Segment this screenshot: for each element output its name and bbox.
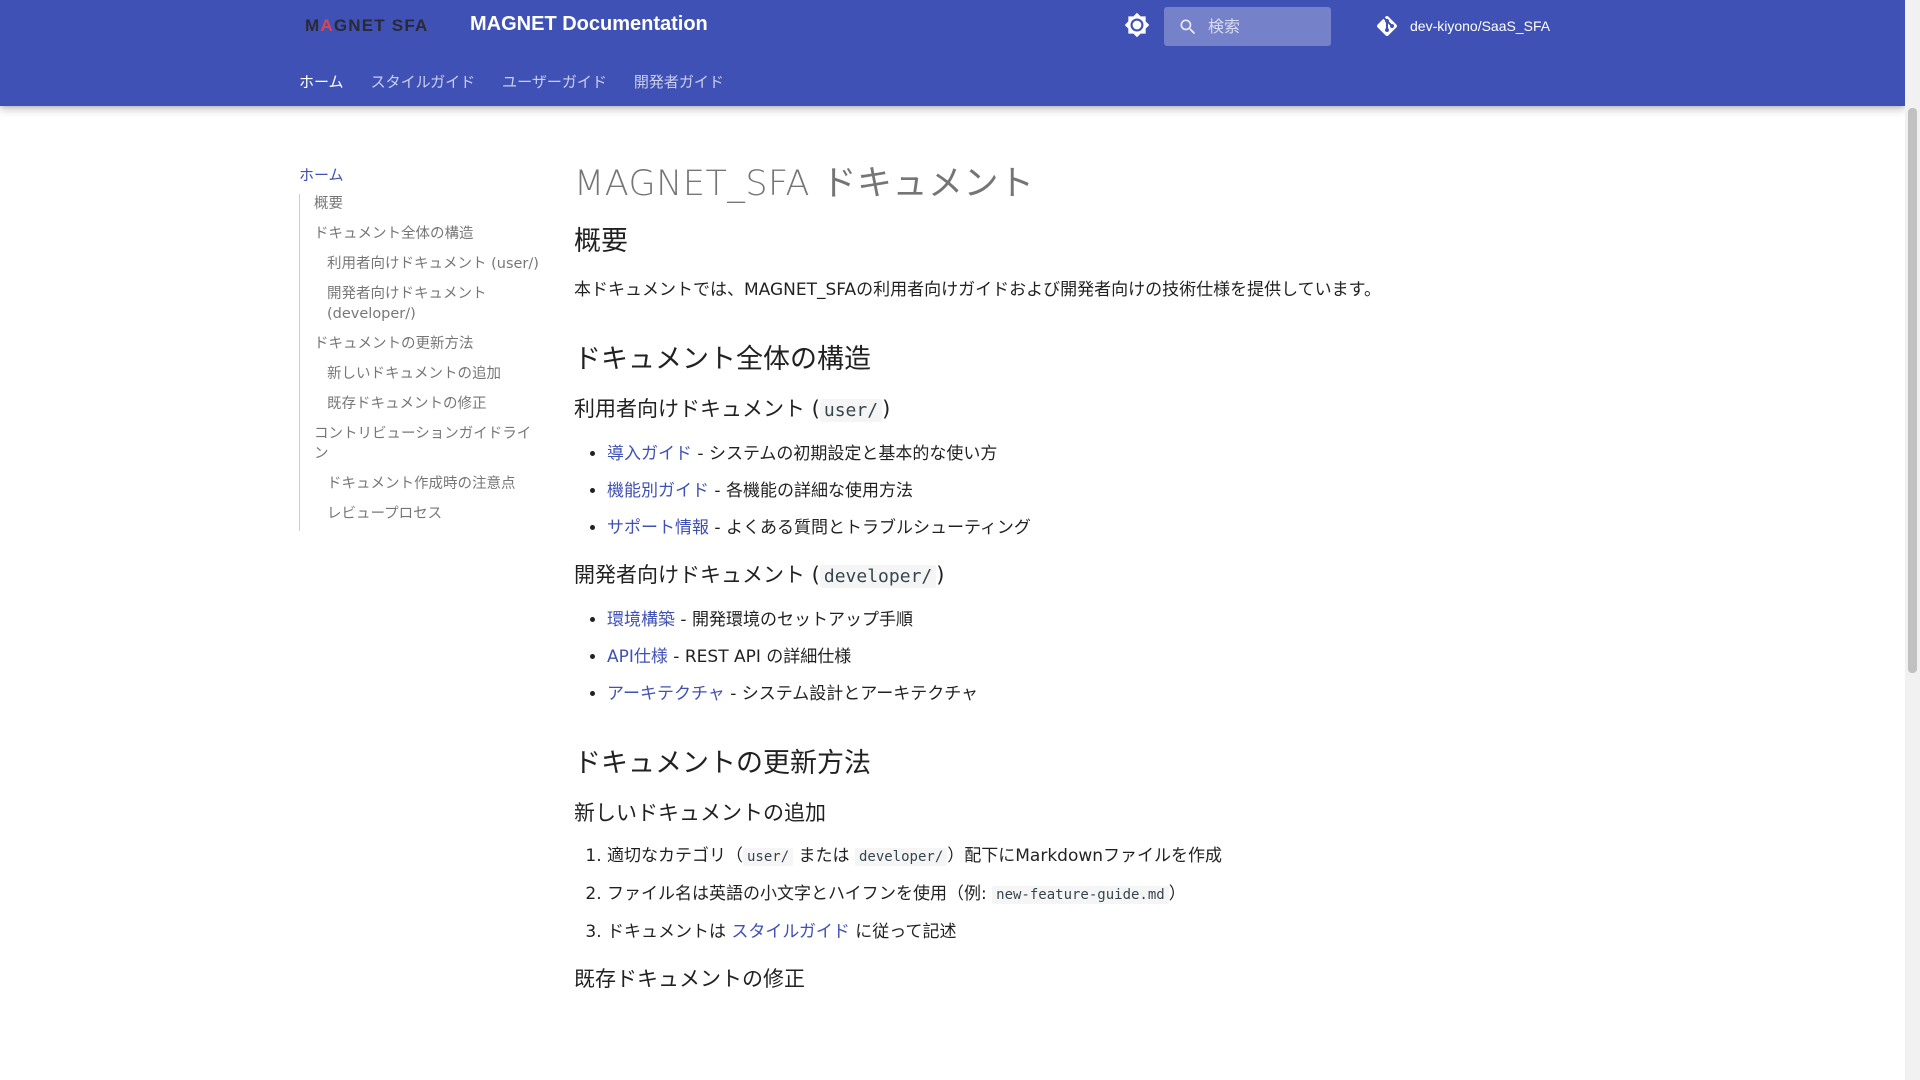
toc-list: 概要 ドキュメント全体の構造 利用者向けドキュメント (user/) 開発者向け… [299, 194, 539, 531]
heading-overview: 概要 [574, 226, 628, 257]
toc-item-review-process[interactable]: レビュープロセス [314, 504, 539, 524]
list-item: 適切なカテゴリ（user/ または developer/）配下にMarkdown… [607, 843, 1534, 871]
list-item: サポート情報 - よくある質問とトラブルシューティング [607, 515, 1534, 542]
toc-item-add-new-doc[interactable]: 新しいドキュメントの追加 [314, 364, 539, 384]
page-scrollbar[interactable] [1905, 0, 1920, 1080]
tab-developer-guide[interactable]: 開発者ガイド [634, 71, 724, 92]
site-logo[interactable]: MAGNET SFA [305, 15, 430, 37]
link-style-guide[interactable]: スタイルガイド [731, 922, 850, 942]
logo-wordmark: MAGNET SFA [305, 16, 429, 35]
toc-item-update-method[interactable]: ドキュメントの更新方法 [314, 334, 539, 354]
tab-user-guide[interactable]: ユーザーガイド [502, 71, 607, 92]
user-docs-list: 導入ガイド - システムの初期設定と基本的な使い方 機能別ガイド - 各機能の詳… [574, 441, 1534, 542]
user-dir-code: user/ [743, 848, 794, 866]
list-item: 導入ガイド - システムの初期設定と基本的な使い方 [607, 441, 1534, 468]
heading-structure: ドキュメント全体の構造 [574, 344, 871, 375]
main-content: MAGNET_SFA ドキュメント 概要 本ドキュメントでは、MAGNET_SF… [574, 160, 1534, 1009]
tab-style-guide[interactable]: スタイルガイド [371, 71, 476, 92]
top-header: MAGNET SFA MAGNET Documentation dev-kiyo… [0, 0, 1905, 106]
page-title: MAGNET_SFA ドキュメント [574, 164, 1035, 204]
toc-item-user-docs[interactable]: 利用者向けドキュメント (user/) [314, 254, 539, 274]
toc-item-developer-docs[interactable]: 開発者向けドキュメント (developer/) [314, 284, 539, 324]
link-architecture[interactable]: アーキテクチャ [607, 684, 725, 704]
heading-update-method: ドキュメントの更新方法 [574, 748, 871, 779]
search-input[interactable] [1208, 17, 1318, 36]
search-icon [1177, 16, 1199, 38]
link-environment-setup[interactable]: 環境構築 [607, 610, 675, 630]
list-item: ファイル名は英語の小文字とハイフンを使用（例: new-feature-guid… [607, 881, 1534, 909]
toc-root-home[interactable]: ホーム [299, 162, 539, 188]
repository-link[interactable]: dev-kiyono/SaaS_SFA [1374, 13, 1550, 39]
table-of-contents: ホーム 概要 ドキュメント全体の構造 利用者向けドキュメント (user/) 開… [299, 162, 539, 531]
scrollbar-thumb[interactable] [1908, 108, 1917, 673]
list-item: アーキテクチャ - システム設計とアーキテクチャ [607, 681, 1534, 708]
link-api-spec[interactable]: API仕様 [607, 647, 668, 667]
filename-example-code: new-feature-guide.md [992, 886, 1169, 904]
list-item: ドキュメントは スタイルガイド に従って記述 [607, 919, 1534, 946]
git-icon [1374, 13, 1400, 39]
developer-dir-code: developer/ [819, 565, 937, 588]
overview-text: 本ドキュメントでは、MAGNET_SFAの利用者向けガイドおよび開発者向けの技術… [574, 280, 1381, 300]
heading-user-docs: 利用者向けドキュメント (user/) [574, 397, 891, 422]
heading-developer-docs: 開発者向けドキュメント (developer/) [574, 563, 945, 588]
search-box[interactable] [1164, 7, 1331, 46]
brightness-icon [1124, 12, 1150, 42]
link-support-info[interactable]: サポート情報 [607, 518, 709, 538]
user-dir-code: user/ [819, 399, 883, 422]
toc-item-contribution-guidelines[interactable]: コントリビューションガイドライン [314, 424, 539, 464]
list-item: API仕様 - REST API の詳細仕様 [607, 644, 1534, 671]
site-title: MAGNET Documentation [470, 13, 708, 35]
theme-toggle-button[interactable] [1122, 12, 1152, 42]
top-tabs: ホーム スタイルガイド ユーザーガイド 開発者ガイド [299, 71, 751, 91]
developer-docs-list: 環境構築 - 開発環境のセットアップ手順 API仕様 - REST API の詳… [574, 607, 1534, 708]
developer-dir-code: developer/ [854, 848, 948, 866]
link-setup-guide[interactable]: 導入ガイド [607, 444, 692, 464]
repository-name: dev-kiyono/SaaS_SFA [1410, 18, 1551, 34]
heading-edit-existing-doc: 既存ドキュメントの修正 [574, 967, 805, 991]
heading-add-new-doc: 新しいドキュメントの追加 [574, 801, 826, 825]
list-item: 環境構築 - 開発環境のセットアップ手順 [607, 607, 1534, 634]
toc-item-edit-existing-doc[interactable]: 既存ドキュメントの修正 [314, 394, 539, 414]
toc-item-structure[interactable]: ドキュメント全体の構造 [314, 224, 539, 244]
link-feature-guide[interactable]: 機能別ガイド [607, 481, 709, 501]
tab-home[interactable]: ホーム [299, 71, 344, 92]
list-item: 機能別ガイド - 各機能の詳細な使用方法 [607, 478, 1534, 505]
toc-item-writing-notes[interactable]: ドキュメント作成時の注意点 [314, 474, 539, 494]
toc-item-overview[interactable]: 概要 [314, 194, 539, 214]
add-doc-steps: 適切なカテゴリ（user/ または developer/）配下にMarkdown… [574, 843, 1534, 946]
